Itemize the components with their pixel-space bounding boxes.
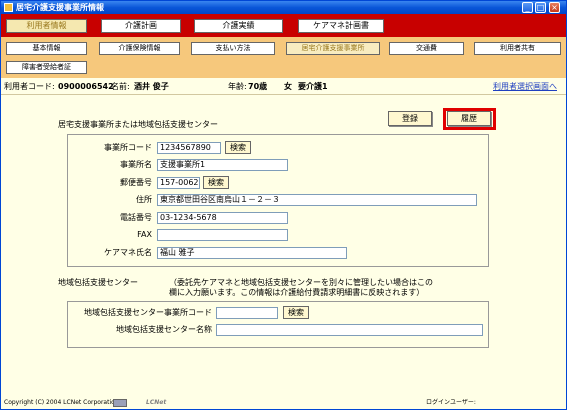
user-code-label: 利用者コード: (4, 82, 55, 91)
phone-label: 電話番号 (120, 213, 152, 222)
tab-user-info[interactable]: 利用者情報 (6, 19, 87, 33)
window-title: 居宅介護支援事業所情報 (16, 3, 104, 12)
center-note-line2: 欄に入力願います。この情報は介護給付費請求明細書に反映されます） (169, 288, 425, 297)
user-gender: 女 (284, 82, 292, 91)
subtab-payment-method[interactable]: 支払い方法 (191, 42, 275, 55)
login-user-label: ログインユーザー: (426, 399, 476, 406)
copyright-text: Copyright (C) 2004 LCNet Corporation (4, 399, 119, 406)
subtab-basic-info[interactable]: 基本情報 (6, 42, 87, 55)
app-icon (4, 3, 13, 12)
subtab-transport-cost[interactable]: 交通費 (389, 42, 464, 55)
title-bar: 居宅介護支援事業所情報 _ □ × (1, 1, 566, 14)
zip-input[interactable]: 157-0062 (157, 177, 200, 189)
user-name-label: 名前: (111, 82, 130, 91)
tab-caremanager-plan[interactable]: ケアマネ計画書 (298, 19, 384, 33)
history-button[interactable]: 履歴 (447, 111, 491, 126)
caremanager-label: ケアマネ氏名 (104, 248, 152, 257)
user-name: 酒井 俊子 (134, 82, 169, 91)
app-window: 居宅介護支援事業所情報 _ □ × 利用者情報 介護計画 介護実績 ケアマネ計画… (0, 0, 567, 410)
zip-label: 郵便番号 (120, 178, 152, 187)
center-name-label: 地域包括支援センター名称 (116, 325, 212, 334)
subtab-care-support-office[interactable]: 居宅介護支援事業所 (286, 42, 380, 55)
user-age-label: 年齢: (228, 82, 247, 91)
fax-label: FAX (137, 230, 152, 239)
center-section-title: 地域包括支援センター (58, 278, 138, 287)
fax-input[interactable] (157, 229, 288, 241)
lcnet-logo-icon (113, 399, 127, 407)
user-info-bar: 利用者コード: 0900006542 名前: 酒井 俊子 年齢: 70歳 女 要… (1, 80, 566, 94)
address-label: 住所 (136, 195, 152, 204)
center-code-input[interactable] (216, 307, 278, 319)
center-name-input[interactable] (216, 324, 483, 336)
subtab-disability-certificate[interactable]: 障害者受給者証 (6, 61, 87, 74)
center-code-label: 地域包括支援センター事業所コード (84, 308, 212, 317)
zip-search-button[interactable]: 検索 (203, 176, 229, 189)
select-user-link[interactable]: 利用者選択画面へ (493, 80, 557, 94)
office-name-input[interactable]: 支援事業所1 (157, 159, 288, 171)
maximize-icon[interactable]: □ (535, 2, 546, 13)
office-search-button[interactable]: 検索 (225, 141, 251, 154)
subtab-insurance-info[interactable]: 介護保険情報 (99, 42, 180, 55)
tab-care-plan[interactable]: 介護計画 (101, 19, 181, 33)
office-name-label: 事業所名 (120, 160, 152, 169)
tab-care-record[interactable]: 介護実績 (194, 19, 283, 33)
phone-input[interactable]: 03-1234-5678 (157, 212, 288, 224)
status-bar: Copyright (C) 2004 LCNet Corporation LCN… (1, 397, 566, 409)
office-code-label: 事業所コード (104, 143, 152, 152)
minimize-icon[interactable]: _ (522, 2, 533, 13)
subtab-user-share[interactable]: 利用者共有 (474, 42, 561, 55)
user-care-level: 要介護1 (298, 82, 328, 91)
office-section-title: 居宅支援事業所または地域包括支援センター (58, 120, 218, 129)
user-age: 70歳 (248, 82, 268, 91)
user-code: 0900006542 (58, 82, 114, 91)
office-code-input[interactable]: 1234567890 (157, 142, 221, 154)
center-search-button[interactable]: 検索 (283, 306, 309, 319)
lcnet-logo-text: LCNet (146, 399, 167, 406)
address-input[interactable]: 東京都世田谷区南烏山１－２－３ (157, 194, 477, 206)
divider (1, 94, 566, 95)
register-button[interactable]: 登録 (388, 111, 432, 126)
caremanager-input[interactable]: 福山 雅子 (157, 247, 347, 259)
close-icon[interactable]: × (549, 2, 560, 13)
